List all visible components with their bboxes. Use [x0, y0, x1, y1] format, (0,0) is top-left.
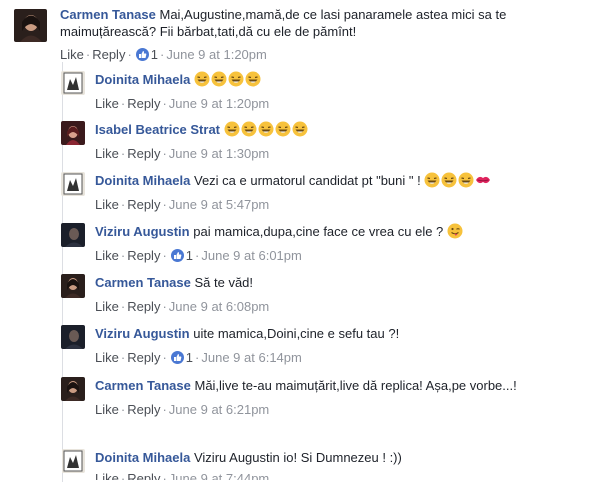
emoji-row [194, 71, 262, 87]
reply-carmen-2: Carmen Tanase Să te văd! Like · Reply · June… [61, 274, 592, 319]
avatar[interactable] [61, 121, 85, 145]
laughing-emoji [245, 71, 261, 87]
comment-author[interactable]: Doinita Mihaela [95, 173, 190, 188]
comment-author[interactable]: Carmen Tanase [95, 275, 191, 290]
timestamp[interactable]: June 9 at 1:20pm [169, 96, 269, 111]
comment-text: uite mamica,Doini,cine e sefu tau ?! [193, 326, 400, 341]
like-link[interactable]: Like [60, 47, 84, 62]
reply-link[interactable]: Reply [127, 350, 160, 365]
reply-link[interactable]: Reply [127, 248, 160, 263]
comment-text: Viziru Augustin io! Si Dumnezeu ! :)) [193, 450, 402, 465]
reply-isabel: Isabel Beatrice Strat Like · Reply · June 9 … [61, 121, 592, 166]
timestamp[interactable]: June 9 at 6:21pm [169, 402, 269, 417]
timestamp[interactable]: June 9 at 1:20pm [166, 47, 266, 62]
laughing-emoji [458, 172, 474, 188]
avatar[interactable] [61, 71, 85, 95]
timestamp[interactable]: June 9 at 7:44pm [169, 471, 269, 480]
comment-text: Să te văd! [194, 275, 254, 290]
comment-author[interactable]: Viziru Augustin [95, 224, 190, 239]
laughing-emoji [292, 121, 308, 137]
avatar[interactable] [61, 377, 85, 401]
comment-author[interactable]: Viziru Augustin [95, 326, 190, 341]
laughing-emoji [258, 121, 274, 137]
timestamp[interactable]: June 9 at 1:30pm [169, 146, 269, 161]
like-link[interactable]: Like [95, 197, 119, 212]
timestamp[interactable]: June 9 at 6:08pm [169, 299, 269, 314]
like-link[interactable]: Like [95, 471, 119, 480]
avatar[interactable] [61, 223, 85, 247]
laughing-emoji [228, 71, 244, 87]
timestamp[interactable]: June 9 at 5:47pm [169, 197, 269, 212]
comment-author[interactable]: Doinita Mihaela [95, 450, 190, 465]
laughing-emoji [441, 172, 457, 188]
avatar[interactable] [62, 449, 85, 473]
like-link[interactable]: Like [95, 146, 119, 161]
thumbs-up-icon[interactable] [170, 351, 184, 364]
comment-carmen-1: Carmen Tanase Mai,Augustine,mamă,de ce l… [14, 6, 594, 66]
laughing-emoji [424, 172, 440, 188]
emoji-row [424, 172, 492, 188]
like-link[interactable]: Like [95, 96, 119, 111]
avatar[interactable] [61, 325, 85, 349]
reply-link[interactable]: Reply [127, 146, 160, 161]
reply-carmen-3: Carmen Tanase Măi,live te-au maimuțărit,… [61, 377, 592, 439]
reply-link[interactable]: Reply [127, 96, 160, 111]
reply-doinita-2: Doinita Mihaela Vezi ca e urmatorul cand… [61, 172, 592, 217]
comment-author[interactable]: Doinita Mihaela [95, 72, 190, 87]
comment-text: Măi,live te-au maimuțărit,live dă replic… [194, 378, 517, 393]
reply-link[interactable]: Reply [92, 47, 125, 62]
emoji-row [224, 121, 309, 137]
reply-link[interactable]: Reply [127, 402, 160, 417]
reaction-count[interactable]: 1 [151, 47, 158, 62]
laughing-emoji [241, 121, 257, 137]
like-link[interactable]: Like [95, 402, 119, 417]
avatar[interactable] [61, 274, 85, 298]
thumbs-up-icon[interactable] [135, 48, 149, 61]
reaction-count[interactable]: 1 [186, 248, 193, 263]
reply-doinita-3: Doinita Mihaela Viziru Augustin io! Si D… [62, 449, 592, 480]
reaction-count[interactable]: 1 [186, 350, 193, 365]
timestamp[interactable]: June 9 at 6:01pm [201, 248, 301, 263]
laughing-emoji [194, 71, 210, 87]
comment-author[interactable]: Isabel Beatrice Strat [95, 122, 220, 137]
laughing-emoji [224, 121, 240, 137]
laughing-emoji [275, 121, 291, 137]
reply-viziru-2: Viziru Augustin uite mamica,Doini,cine e… [61, 325, 592, 370]
like-link[interactable]: Like [95, 248, 119, 263]
like-link[interactable]: Like [95, 350, 119, 365]
thumbs-up-icon[interactable] [170, 249, 184, 262]
wink-tongue-emoji [447, 223, 463, 239]
laughing-emoji [211, 71, 227, 87]
reply-doinita-1: Doinita Mihaela Like · Reply · June 9 at 1:2… [61, 71, 592, 116]
comment-author[interactable]: Carmen Tanase [60, 7, 156, 22]
like-link[interactable]: Like [95, 299, 119, 314]
comment-text: pai mamica,dupa,cine face ce vrea cu ele… [193, 224, 444, 239]
timestamp[interactable]: June 9 at 6:14pm [201, 350, 301, 365]
reply-link[interactable]: Reply [127, 299, 160, 314]
kiss-emoji [476, 176, 491, 184]
reply-link[interactable]: Reply [127, 197, 160, 212]
comment-text: Vezi ca e urmatorul candidat pt "buni " … [193, 173, 421, 188]
reply-viziru-1: Viziru Augustin pai mamica,dupa,cine fac… [61, 223, 592, 268]
avatar[interactable] [61, 172, 85, 196]
comment-author[interactable]: Carmen Tanase [95, 378, 191, 393]
reply-link[interactable]: Reply [127, 471, 160, 480]
avatar[interactable] [14, 9, 47, 42]
